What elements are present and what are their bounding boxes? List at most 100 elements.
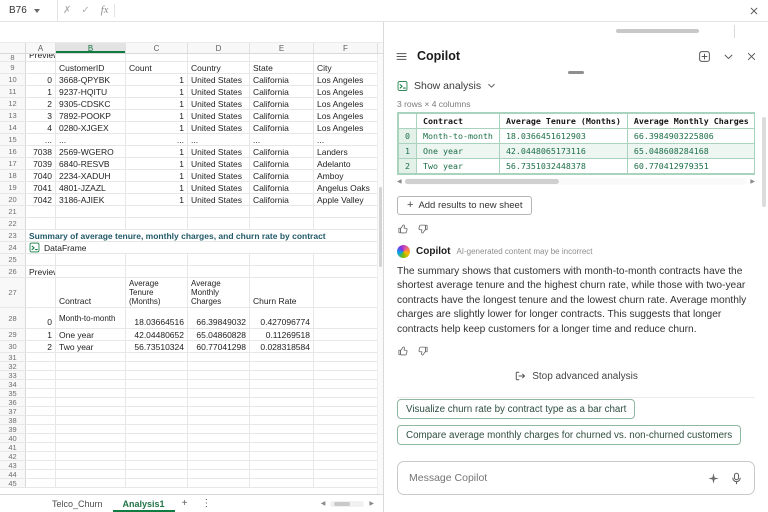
row-header-39[interactable]: 39: [0, 425, 26, 433]
sheet-tab-Telco_Churn[interactable]: Telco_Churn: [42, 495, 113, 512]
cell-B11[interactable]: 9237-HQITU: [56, 86, 126, 97]
cell-E29[interactable]: 0.11269518: [250, 329, 314, 340]
cell-D21[interactable]: [188, 206, 250, 217]
cell-C12[interactable]: 1: [126, 98, 188, 109]
cell-E25[interactable]: [250, 254, 314, 265]
cell-A22[interactable]: [26, 218, 56, 229]
cell-D29[interactable]: 65.04860828: [188, 329, 250, 340]
row-header-42[interactable]: 42: [0, 452, 26, 460]
row-header-40[interactable]: 40: [0, 434, 26, 442]
cell-C36[interactable]: [126, 398, 188, 406]
cell-E30[interactable]: 0.028318584: [250, 341, 314, 352]
cell-C31[interactable]: [126, 353, 188, 361]
row-header-26[interactable]: 26: [0, 266, 26, 277]
cell-F31[interactable]: [314, 353, 378, 361]
cell-E28[interactable]: 0.427096774: [250, 308, 314, 328]
cell-D33[interactable]: [188, 371, 250, 379]
cell-A26[interactable]: Preview: [26, 266, 56, 277]
row-header-27[interactable]: 27: [0, 278, 26, 307]
cell-B17[interactable]: 6840-RESVB: [56, 158, 126, 169]
sheet-hscroll-thumb[interactable]: [334, 502, 350, 506]
row-header-33[interactable]: 33: [0, 371, 26, 379]
cell-F35[interactable]: [314, 389, 378, 397]
cell-B16[interactable]: 2569-WGERO: [56, 146, 126, 157]
cell-B13[interactable]: 7892-POOKP: [56, 110, 126, 121]
cell-F26[interactable]: [314, 266, 378, 277]
cell-F34[interactable]: [314, 380, 378, 388]
cell-E11[interactable]: California: [250, 86, 314, 97]
cell-B39[interactable]: [56, 425, 126, 433]
row-header-36[interactable]: 36: [0, 398, 26, 406]
cell-E43[interactable]: [250, 461, 314, 469]
cell-C25[interactable]: [126, 254, 188, 265]
cell-D14[interactable]: United States: [188, 122, 250, 133]
cell-E10[interactable]: California: [250, 74, 314, 85]
cell-C43[interactable]: [126, 461, 188, 469]
cell-C45[interactable]: [126, 479, 188, 487]
cell-F29[interactable]: [314, 329, 378, 340]
cell-F37[interactable]: [314, 407, 378, 415]
cell-C38[interactable]: [126, 416, 188, 424]
cell-A19[interactable]: 7041: [26, 182, 56, 193]
cell-B15[interactable]: ...: [56, 134, 126, 145]
cell-A15[interactable]: ...: [26, 134, 56, 145]
cell-B40[interactable]: [56, 434, 126, 442]
thumbs-up-icon[interactable]: [397, 223, 409, 235]
cell-A43[interactable]: [26, 461, 56, 469]
row-header-28[interactable]: 28: [0, 308, 26, 328]
cell-F33[interactable]: [314, 371, 378, 379]
cell-D15[interactable]: ...: [188, 134, 250, 145]
cell-A40[interactable]: [26, 434, 56, 442]
row-header-32[interactable]: 32: [0, 362, 26, 370]
cell-B18[interactable]: 2234-XADUH: [56, 170, 126, 181]
cell-F39[interactable]: [314, 425, 378, 433]
row-header-44[interactable]: 44: [0, 470, 26, 478]
row-header-24[interactable]: 24: [0, 242, 26, 253]
cell-E39[interactable]: [250, 425, 314, 433]
row-header-34[interactable]: 34: [0, 380, 26, 388]
cell-E41[interactable]: [250, 443, 314, 451]
cell-E16[interactable]: California: [250, 146, 314, 157]
cell-B14[interactable]: 0280-XJGEX: [56, 122, 126, 133]
row-header-15[interactable]: 15: [0, 134, 26, 145]
cell-F15[interactable]: ...: [314, 134, 378, 145]
thumbs-down-icon[interactable]: [417, 223, 429, 235]
cell-E17[interactable]: California: [250, 158, 314, 169]
cell-C44[interactable]: [126, 470, 188, 478]
cell-C11[interactable]: 1: [126, 86, 188, 97]
panel-scrollbar-thumb[interactable]: [762, 117, 766, 207]
column-header-A[interactable]: A: [26, 43, 56, 53]
cell-E34[interactable]: [250, 380, 314, 388]
row-header-14[interactable]: 14: [0, 122, 26, 133]
cell-F27[interactable]: [314, 278, 378, 307]
cell-E26[interactable]: [250, 266, 314, 277]
cell-C28[interactable]: 18.03664516: [126, 308, 188, 328]
row-header-31[interactable]: 31: [0, 353, 26, 361]
cell-A25[interactable]: [26, 254, 56, 265]
cell-A12[interactable]: 2: [26, 98, 56, 109]
cell-D10[interactable]: United States: [188, 74, 250, 85]
row-header-20[interactable]: 20: [0, 194, 26, 205]
cell-D41[interactable]: [188, 443, 250, 451]
cell-B8[interactable]: [56, 54, 126, 61]
cell-F38[interactable]: [314, 416, 378, 424]
cell-F25[interactable]: [314, 254, 378, 265]
cell-C29[interactable]: 42.04480652: [126, 329, 188, 340]
cell-A36[interactable]: [26, 398, 56, 406]
cell-B34[interactable]: [56, 380, 126, 388]
cell-A38[interactable]: [26, 416, 56, 424]
cell-B33[interactable]: [56, 371, 126, 379]
cell-B21[interactable]: [56, 206, 126, 217]
cell-E42[interactable]: [250, 452, 314, 460]
cell-E21[interactable]: [250, 206, 314, 217]
add-sheet-button[interactable]: +: [175, 498, 195, 509]
cell-C33[interactable]: [126, 371, 188, 379]
cell-B29[interactable]: One year: [56, 329, 126, 340]
cell-F42[interactable]: [314, 452, 378, 460]
name-box[interactable]: B76: [0, 0, 58, 21]
cell-A14[interactable]: 4: [26, 122, 56, 133]
cell-C17[interactable]: 1: [126, 158, 188, 169]
cell-B32[interactable]: [56, 362, 126, 370]
cell-E13[interactable]: California: [250, 110, 314, 121]
menu-icon[interactable]: [395, 50, 408, 63]
